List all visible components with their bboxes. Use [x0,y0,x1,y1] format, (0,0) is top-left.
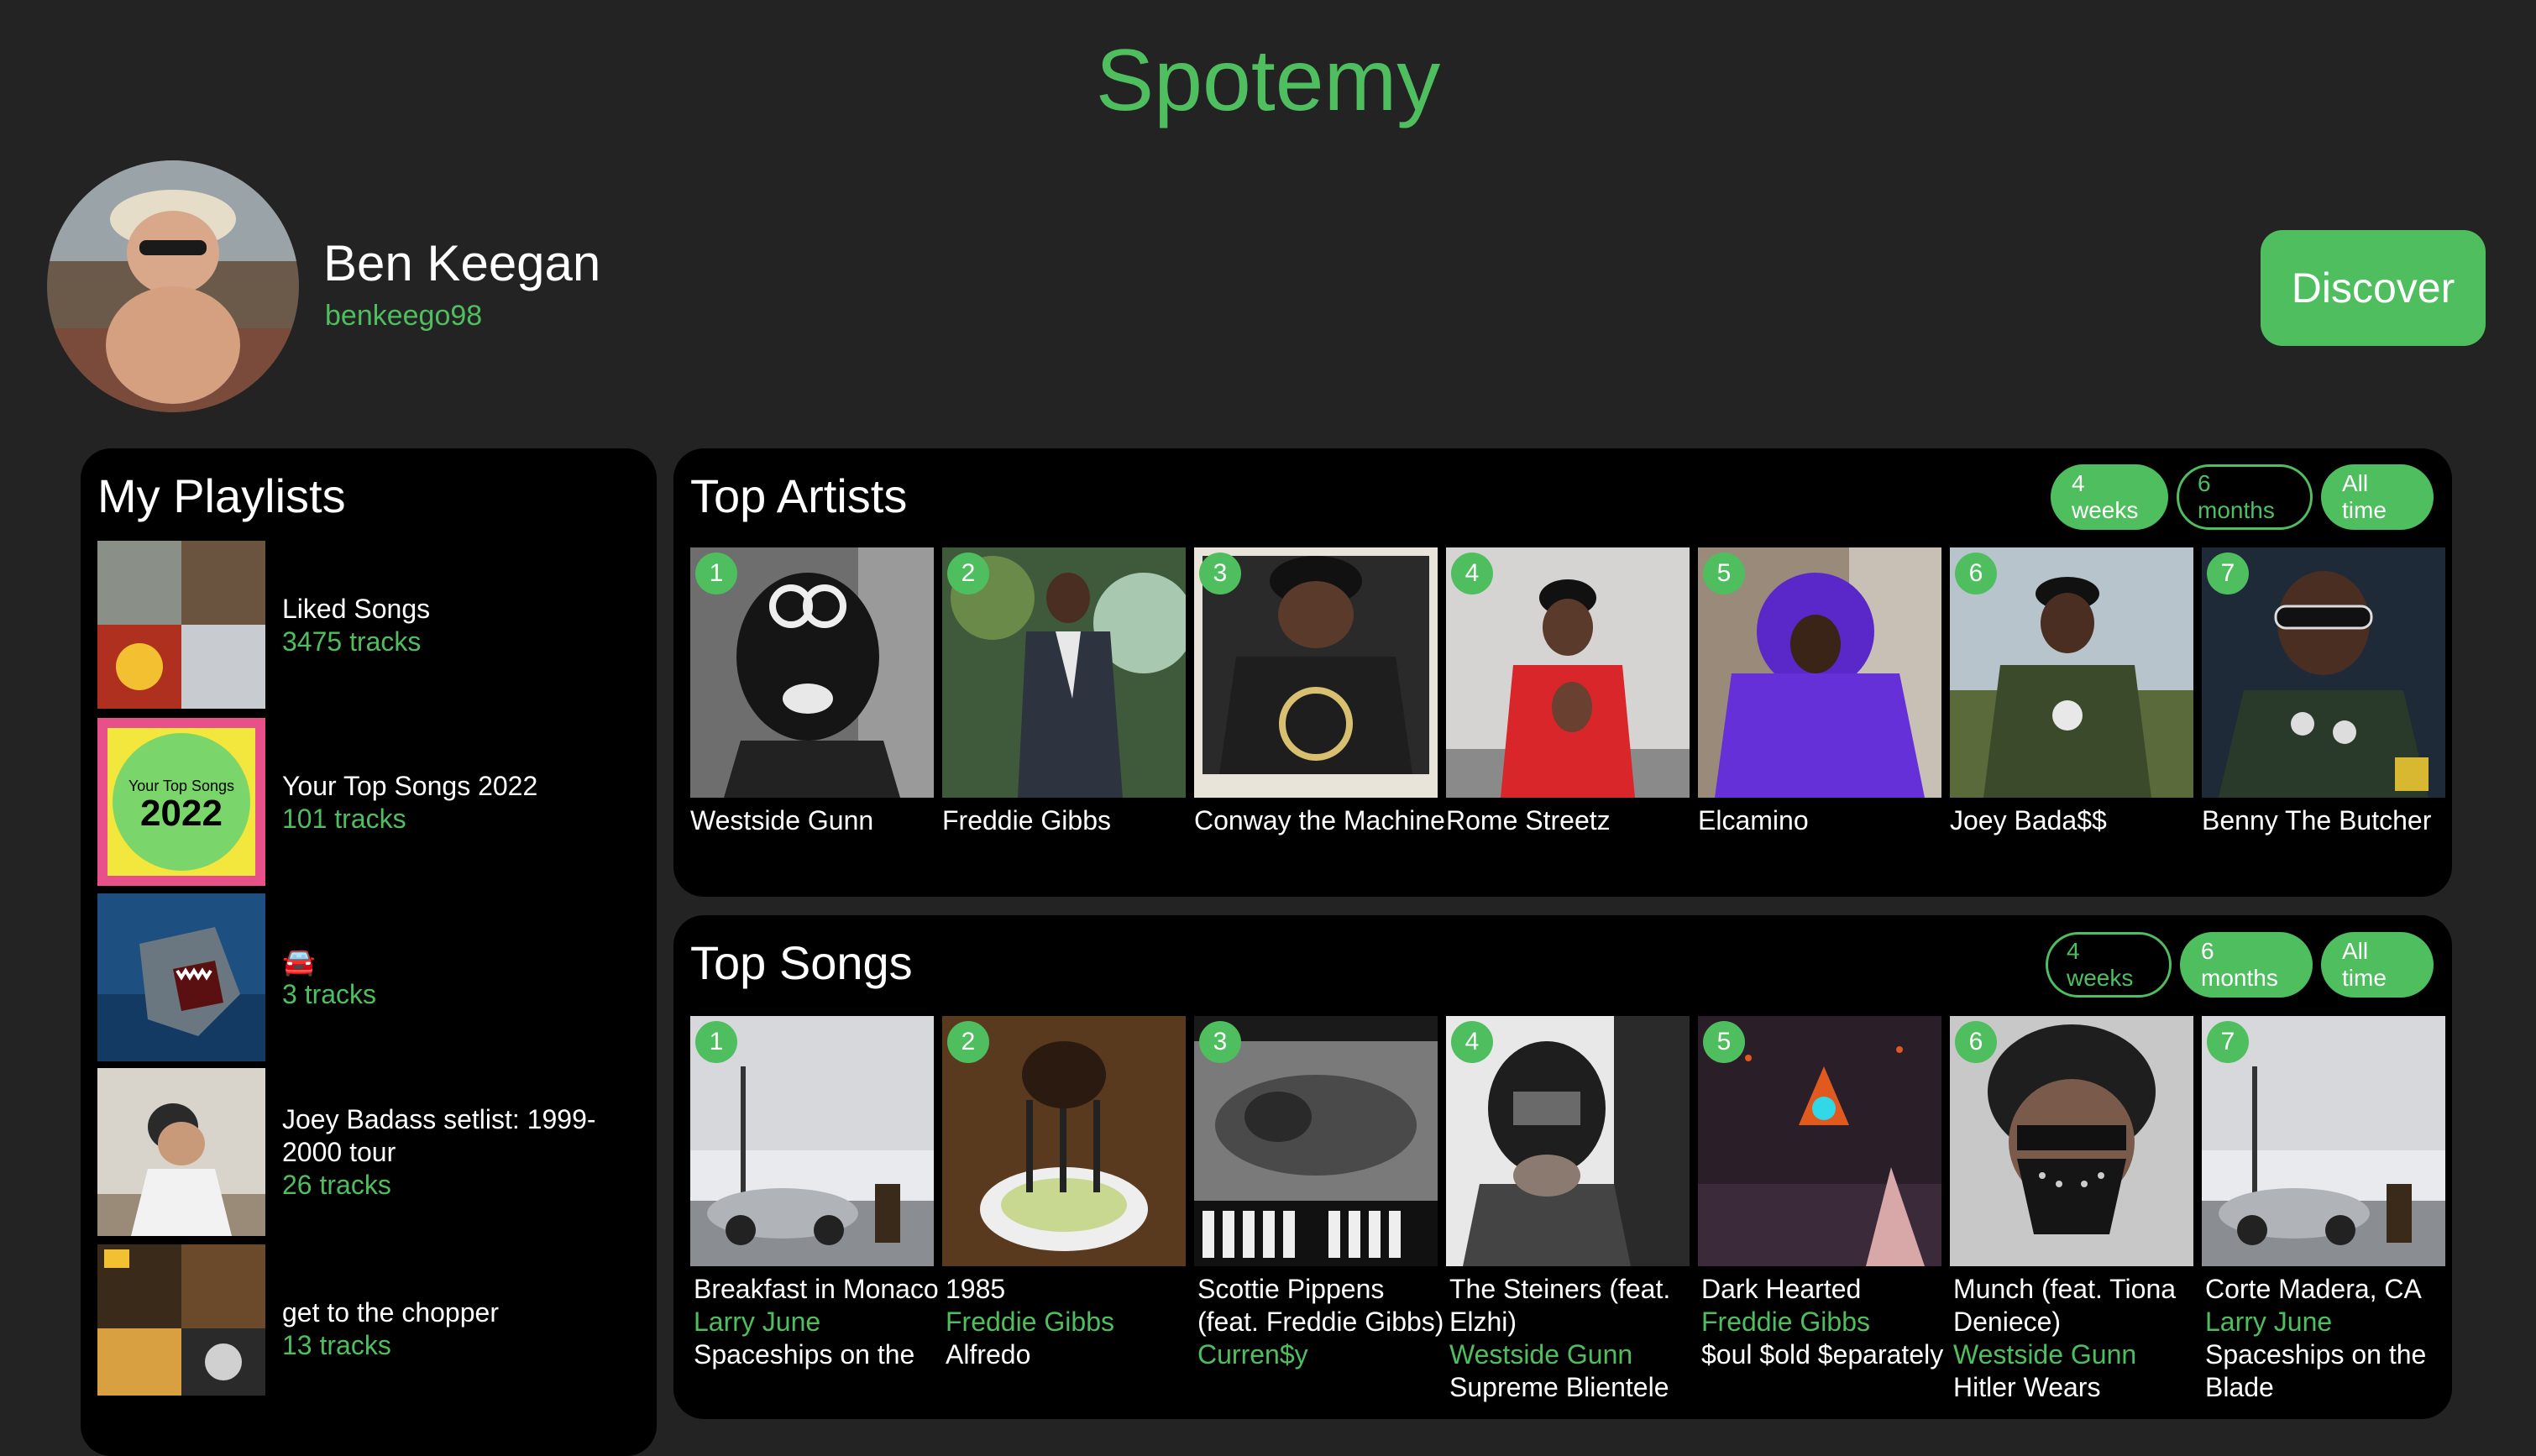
playlist-name: Liked Songs [282,594,431,624]
rank-badge: 3 [1199,553,1241,594]
song-artist[interactable]: Westside Gunn [1953,1338,2202,1371]
rank-badge: 3 [1199,1021,1241,1063]
rank-badge: 6 [1955,1021,1997,1063]
song-info: Breakfast in Monaco Larry June Spaceship… [694,1273,942,1371]
artist-name: Freddie Gibbs [942,805,1111,835]
user-name: Ben Keegan [323,235,601,291]
song-artist[interactable]: Curren$y [1197,1338,1446,1371]
song-info: Scottie Pippens (feat. Freddie Gibbs) Cu… [1197,1273,1446,1371]
playlist-track-count: 3475 tracks [282,626,422,657]
user-avatar [47,160,299,412]
artist-name: Rome Streetz [1446,805,1611,835]
song-info: Corte Madera, CA Larry June Spaceships o… [2205,1273,2454,1404]
song-title: Scottie Pippens (feat. Freddie Gibbs) [1197,1274,1444,1337]
app-title: Spotemy [1095,32,1441,129]
artists-time-range: 4 weeks 6 months All time [2051,464,2434,530]
song-title: The Steiners (feat. Elzhi) [1449,1274,1671,1337]
user-handle[interactable]: benkeego98 [325,300,482,333]
song-album: Alfredo [946,1339,1031,1370]
artist-name: Conway the Machine [1194,805,1445,835]
song-album: $oul $old $eparately [1701,1339,1944,1370]
playlist-track-count: 101 tracks [282,804,406,834]
song-info: Munch (feat. Tiona Deniece) Westside Gun… [1953,1273,2202,1404]
playlist-track-count: 26 tracks [282,1170,391,1200]
rank-badge: 4 [1451,553,1493,594]
range-all-time-button[interactable]: All time [2321,464,2434,530]
playlist-track-count: 3 tracks [282,979,377,1009]
range-all-time-button[interactable]: All time [2321,932,2434,998]
song-artist[interactable]: Westside Gunn [1449,1338,1698,1371]
song-artist[interactable]: Freddie Gibbs [946,1306,1194,1338]
artist-name: Westside Gunn [690,805,874,835]
rank-badge: 1 [695,1021,737,1063]
playlist-cover [97,1244,265,1412]
artist-name: Elcamino [1698,805,1809,835]
song-title: Breakfast in Monaco [694,1274,939,1304]
song-artist[interactable]: Larry June [2205,1306,2454,1338]
playlist-name: Joey Badass setlist: 1999-2000 tour [282,1104,596,1167]
song-album: Hitler Wears [1953,1372,2101,1402]
top-songs-title: Top Songs [690,936,913,989]
playlist-item[interactable]: Liked Songs 3475 tracks [97,541,635,709]
song-artist[interactable]: Freddie Gibbs [1701,1306,1950,1338]
song-info: 1985 Freddie Gibbs Alfredo [946,1273,1194,1371]
cover-year: 2022 [140,793,223,834]
cover-label: Your Top Songs [128,778,234,794]
song-album: Supreme Blientele [1449,1372,1669,1402]
playlist-track-count: 13 tracks [282,1330,391,1360]
song-title: 1985 [946,1274,1006,1304]
discover-button[interactable]: Discover [2261,230,2486,346]
song-title: Munch (feat. Tiona Deniece) [1953,1274,2177,1337]
song-info: The Steiners (feat. Elzhi) Westside Gunn… [1449,1273,1698,1404]
song-title: Dark Hearted [1701,1274,1862,1304]
playlist-item[interactable]: get to the chopper 13 tracks [97,1244,635,1412]
artist-name: Benny The Butcher [2202,805,2432,835]
rank-badge: 2 [947,553,989,594]
range-4-weeks-button[interactable]: 4 weeks [2051,464,2168,530]
rank-badge: 5 [1703,553,1745,594]
playlists-title: My Playlists [97,469,346,522]
rank-badge: 4 [1451,1021,1493,1063]
playlist-cover [97,1068,265,1236]
playlist-cover [97,541,265,709]
top-artists-panel: Top Artists 4 weeks 6 months All time 1 … [673,448,2452,897]
rank-badge: 1 [695,553,737,594]
song-title: Corte Madera, CA [2205,1274,2422,1304]
song-album: Spaceships on the [694,1339,915,1370]
rank-badge: 7 [2207,553,2249,594]
songs-time-range: 4 weeks 6 months All time [2046,932,2434,998]
playlist-item[interactable]: Your Top Songs 2022 Your Top Songs 2022 … [97,718,635,886]
playlist-cover [97,893,265,1061]
top-songs-panel: Top Songs 4 weeks 6 months All time 1 Br… [673,915,2452,1419]
artist-name: Joey Bada$$ [1950,805,2107,835]
range-6-months-button[interactable]: 6 months [2180,932,2313,998]
top-artists-title: Top Artists [690,469,908,522]
rank-badge: 6 [1955,553,1997,594]
range-4-weeks-button[interactable]: 4 weeks [2046,932,2172,998]
song-artist[interactable]: Larry June [694,1306,942,1338]
playlist-name: get to the chopper [282,1297,499,1328]
range-6-months-button[interactable]: 6 months [2177,464,2313,530]
playlist-item[interactable]: Joey Badass setlist: 1999-2000 tour 26 t… [97,1068,635,1236]
playlist-name: Your Top Songs 2022 [282,771,538,801]
song-info: Dark Hearted Freddie Gibbs $oul $old $ep… [1701,1273,1950,1371]
rank-badge: 7 [2207,1021,2249,1063]
rank-badge: 2 [947,1021,989,1063]
rank-badge: 5 [1703,1021,1745,1063]
song-album: Spaceships on the Blade [2205,1339,2427,1402]
playlist-name: 🚘 [282,946,316,977]
playlist-item[interactable]: 🚘 3 tracks [97,893,635,1061]
playlist-cover: Your Top Songs 2022 [97,718,265,886]
